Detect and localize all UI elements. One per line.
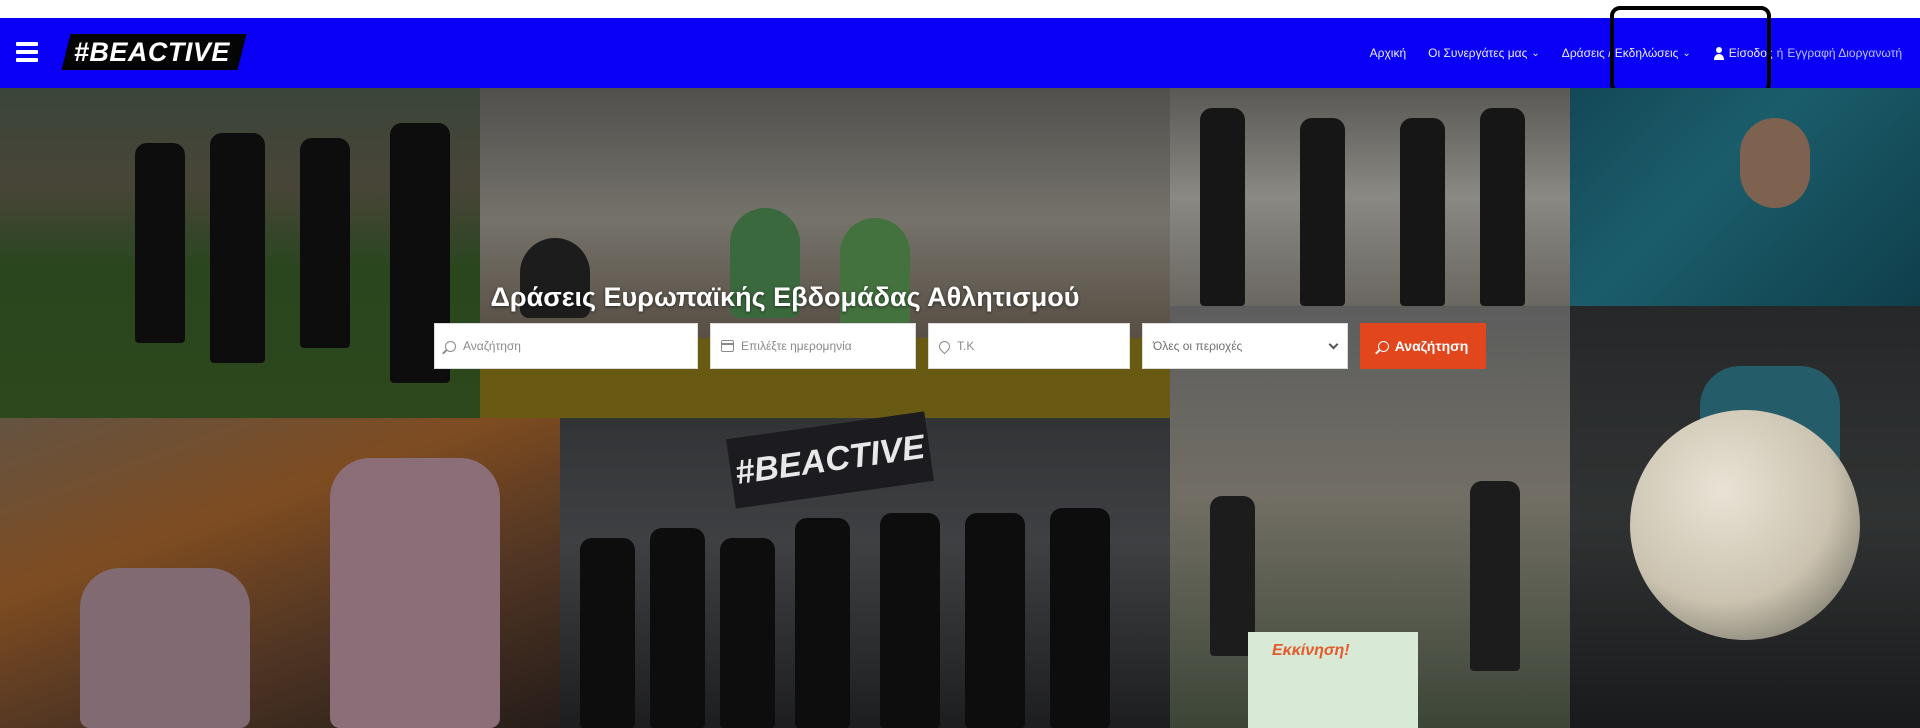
hero-photo-running-shoes [0, 418, 560, 728]
search-bar: Αναζήτηση Επιλέξτε ημερομηνία Τ.Κ Όλες ο… [434, 323, 1486, 369]
main-nav: Αρχική Οι Συνεργάτες μας ⌄ Δράσεις / Εκδ… [1370, 18, 1902, 88]
user-icon [1713, 46, 1725, 60]
hero-title: Δράσεις Ευρωπαϊκής Εβδομάδας Αθλητισμού [490, 282, 1080, 312]
chevron-down-icon: ⌄ [1531, 47, 1540, 59]
zip-code-input[interactable]: Τ.Κ [957, 339, 974, 353]
hero-photo-water-polo [1570, 88, 1920, 306]
nav-link-events-label: Δράσεις / Εκδηλώσεις [1561, 46, 1679, 60]
or-separator: ή [1776, 46, 1784, 60]
keyword-search-field[interactable]: Αναζήτηση [434, 323, 698, 369]
date-picker-field[interactable]: Επιλέξτε ημερομηνία [710, 323, 916, 369]
hero-photo-fitness-class [1170, 88, 1570, 306]
zip-code-field[interactable]: Τ.Κ [928, 323, 1130, 369]
region-select[interactable]: Όλες οι περιοχές [1142, 323, 1348, 369]
site-logo-text: #BEACTIVE [74, 36, 231, 67]
start-banner-text: Εκκίνηση! [1272, 642, 1350, 659]
nav-link-home-label: Αρχική [1369, 46, 1407, 60]
search-icon [1377, 340, 1389, 352]
register-organizer-link[interactable]: Εγγραφή Διοργανωτή [1787, 46, 1902, 60]
calendar-icon [721, 340, 734, 352]
football-decoration [1630, 410, 1860, 640]
menu-icon[interactable] [16, 42, 38, 62]
nav-link-partners-label: Οι Συνεργάτες μας [1428, 46, 1528, 60]
chevron-down-icon: ⌄ [1682, 47, 1691, 59]
top-strip [0, 0, 1920, 18]
region-select-value: Όλες οι περιοχές [1153, 339, 1243, 353]
keyword-search-input[interactable]: Αναζήτηση [463, 339, 521, 353]
site-logo[interactable]: #BEACTIVE [61, 34, 247, 70]
search-icon [445, 340, 456, 352]
search-button[interactable]: Αναζήτηση [1360, 323, 1486, 369]
search-button-label: Αναζήτηση [1394, 338, 1469, 354]
chevron-down-icon [1328, 339, 1339, 349]
auth-links: Είσοδος ή Εγγραφή Διοργανωτή [1713, 46, 1902, 60]
hero-collage [0, 88, 1920, 728]
top-navbar: #BEACTIVE Αρχική Οι Συνεργάτες μας ⌄ Δρά… [0, 18, 1920, 88]
nav-link-home[interactable]: Αρχική [1370, 46, 1406, 60]
nav-link-partners[interactable]: Οι Συνεργάτες μας ⌄ [1428, 46, 1540, 60]
login-link[interactable]: Είσοδος [1729, 46, 1773, 60]
hero-photo-stretching [0, 88, 480, 418]
date-picker-input[interactable]: Επιλέξτε ημερομηνία [741, 339, 852, 353]
location-pin-icon [936, 338, 953, 354]
nav-link-events[interactable]: Δράσεις / Εκδηλώσεις ⌄ [1562, 46, 1691, 60]
